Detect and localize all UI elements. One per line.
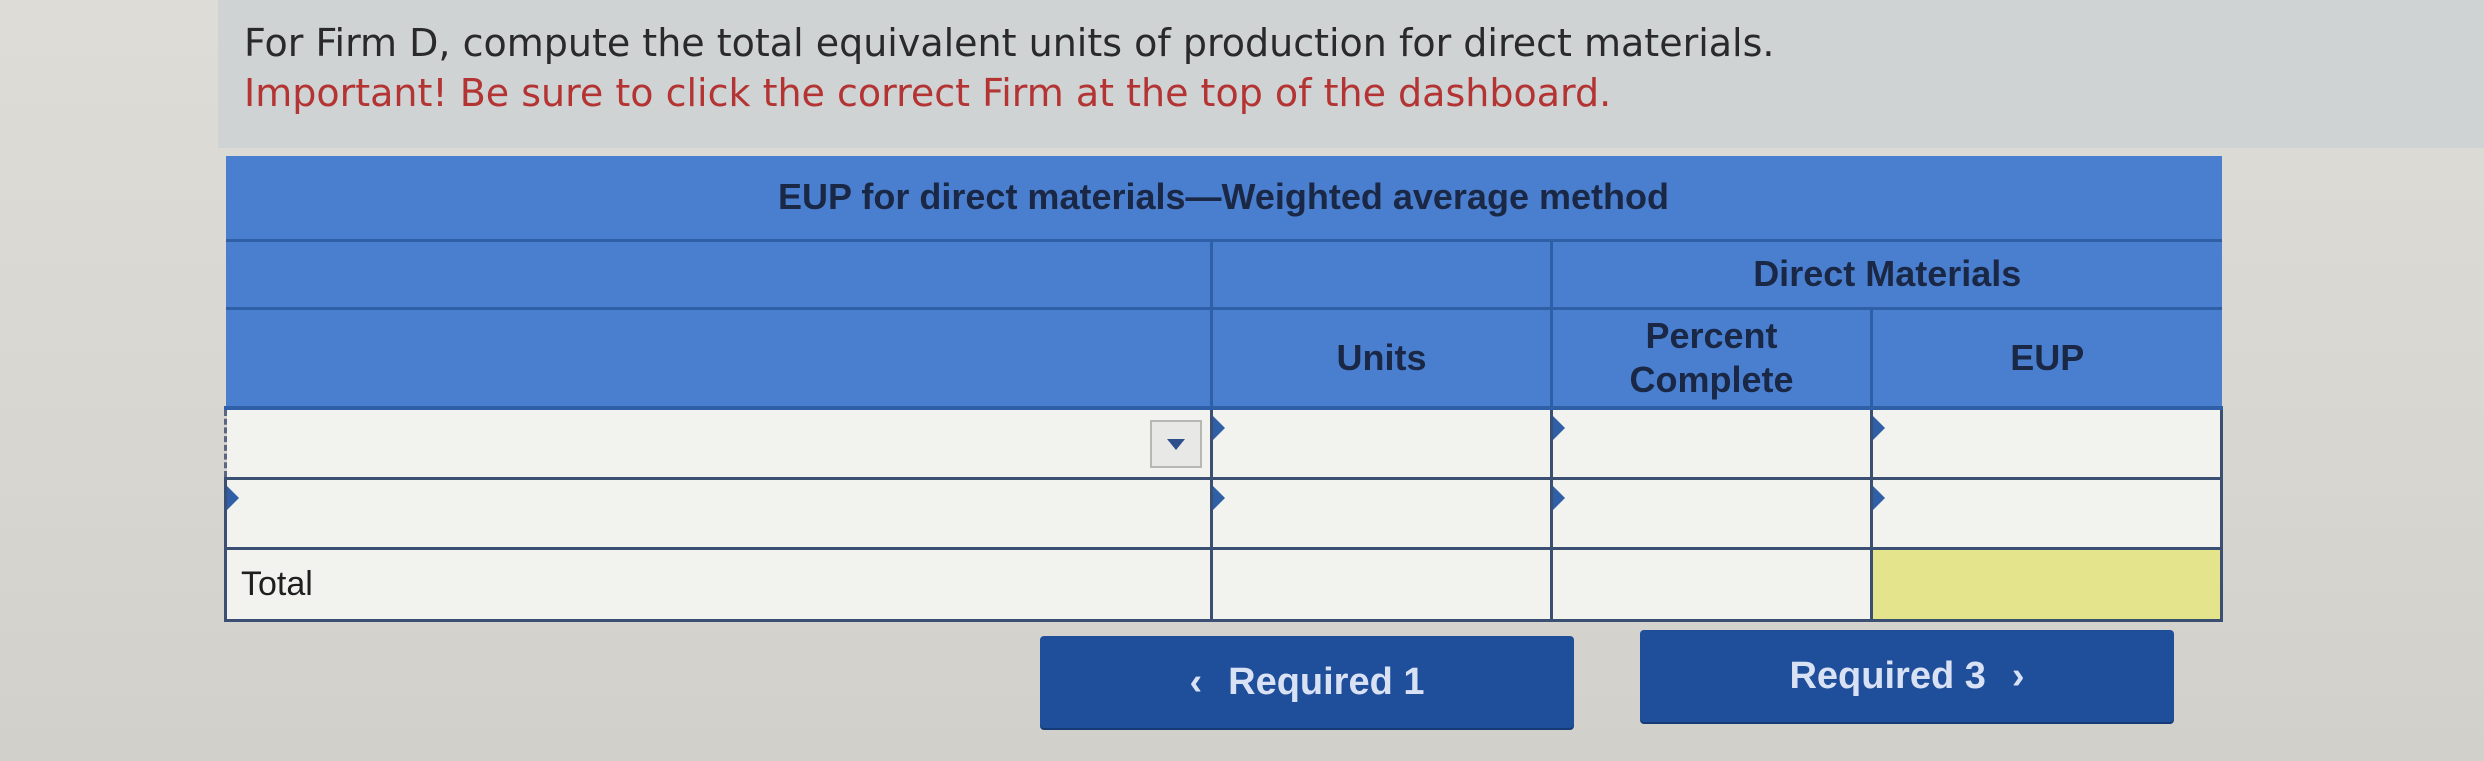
total-eup-input[interactable]	[1870, 546, 2223, 622]
direct-materials-header: Direct Materials	[1550, 240, 2222, 310]
percent-complete-column-header: Percent Complete	[1550, 308, 1872, 410]
input-marker-icon	[1553, 485, 1565, 510]
percent-header-line1: Percent	[1645, 314, 1778, 356]
label-column-header	[225, 308, 1212, 410]
input-marker-icon	[1213, 416, 1225, 440]
instruction-banner: For Firm D, compute the total equivalent…	[218, 0, 2484, 148]
required-1-button[interactable]: ‹ Required 1	[1040, 636, 1574, 728]
total-units-input[interactable]	[1210, 546, 1553, 622]
eup-table: EUP for direct materials—Weighted averag…	[224, 156, 2223, 622]
row1-label-dropdown[interactable]	[224, 406, 1213, 480]
chevron-down-icon[interactable]	[1150, 420, 1202, 468]
header-spacer-units	[1210, 240, 1552, 310]
row2-eup-input[interactable]	[1870, 476, 2223, 550]
percent-header-line2: Complete	[1629, 358, 1794, 400]
row2-units-input[interactable]	[1210, 476, 1553, 550]
total-label: Total	[224, 546, 1213, 622]
total-row: Total	[224, 546, 2223, 622]
total-percent-blank	[1550, 546, 1873, 622]
row1-percent-input[interactable]	[1550, 406, 1873, 480]
input-marker-icon	[227, 485, 239, 510]
required-1-label: Required 1	[1228, 660, 1425, 703]
input-marker-icon	[1553, 416, 1565, 440]
input-marker-icon	[1873, 485, 1885, 510]
eup-panel: EUP for direct materials—Weighted averag…	[224, 156, 2223, 622]
row1-eup-input[interactable]	[1870, 406, 2223, 480]
required-3-label: Required 3	[1789, 654, 1986, 697]
question-text: For Firm D, compute the total equivalent…	[244, 21, 1775, 65]
required-3-button[interactable]: Required 3 ›	[1640, 630, 2174, 722]
row1-units-input[interactable]	[1210, 406, 1553, 480]
table-row	[224, 406, 2223, 480]
row2-percent-input[interactable]	[1550, 476, 1873, 550]
table-title: EUP for direct materials—Weighted averag…	[225, 156, 2222, 242]
header-spacer	[225, 240, 1212, 310]
input-marker-icon	[1873, 416, 1885, 440]
eup-column-header: EUP	[1870, 308, 2222, 410]
chevron-right-icon: ›	[2011, 654, 2025, 697]
chevron-left-icon: ‹	[1189, 660, 1203, 703]
warning-text: Important! Be sure to click the correct …	[244, 71, 1612, 115]
row2-label-input[interactable]	[224, 476, 1213, 550]
table-row	[224, 476, 2223, 550]
units-column-header: Units	[1210, 308, 1552, 410]
input-marker-icon	[1213, 485, 1225, 510]
